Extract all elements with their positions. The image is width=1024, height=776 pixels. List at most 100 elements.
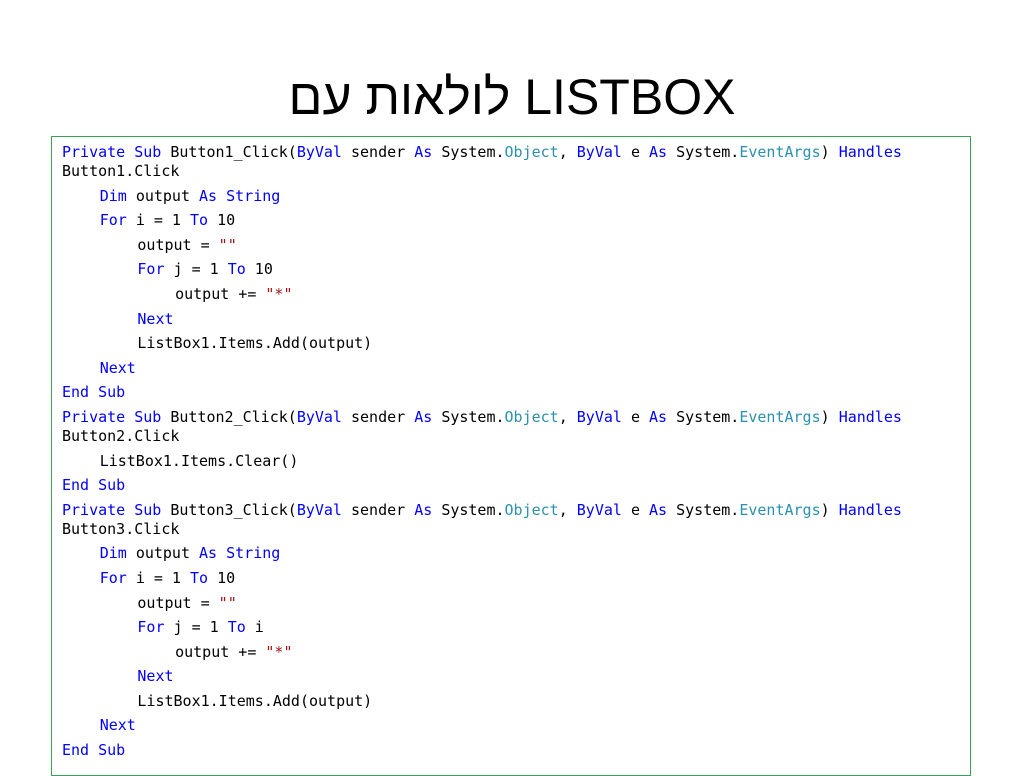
kw-to: To <box>190 211 209 230</box>
punct: ) <box>820 143 830 161</box>
expr: 10 <box>217 211 236 230</box>
handles-target: Button3.Click <box>62 519 180 538</box>
type-name: EventArgs <box>739 500 821 519</box>
namespace: System. <box>441 407 505 426</box>
kw-type: String <box>226 186 281 205</box>
code-line: output += "*" <box>62 643 970 662</box>
code-line: Button1.Click <box>62 162 970 181</box>
namespace: System. <box>676 500 740 519</box>
code-line: Dim output As String <box>62 544 970 563</box>
kw-dim: Dim <box>99 186 127 205</box>
param-name: e <box>630 143 640 161</box>
namespace: System. <box>441 500 505 519</box>
method-name: Button2_Click( <box>170 407 297 426</box>
code-line: For i = 1 To 10 <box>62 569 970 588</box>
kw-end: End <box>62 383 90 402</box>
kw-to: To <box>190 568 209 587</box>
string-literal: "" <box>218 593 237 612</box>
kw-as: As <box>414 143 433 161</box>
method-name: Button1_Click( <box>170 143 297 161</box>
code-line-sub3-header: Private Sub Button3_Click(ByVal sender A… <box>62 501 970 520</box>
punct: ) <box>820 407 830 426</box>
param-name: sender <box>351 407 406 426</box>
type-name: Object <box>504 143 559 161</box>
expr: i <box>254 618 264 637</box>
code-line: ListBox1.Items.Add(output) <box>62 334 970 353</box>
code-line: End Sub <box>62 476 970 495</box>
statement: ListBox1.Items.Add(output) <box>137 334 373 353</box>
type-name: EventArgs <box>739 143 821 161</box>
code-line: Next <box>62 716 970 735</box>
code-line: ListBox1.Items.Add(output) <box>62 692 970 711</box>
namespace: System. <box>441 143 505 161</box>
string-literal: "*" <box>265 642 293 661</box>
code-line: Next <box>62 359 970 378</box>
expr: j = 1 <box>173 260 219 279</box>
statement: ListBox1.Items.Add(output) <box>137 691 373 710</box>
code-line: Dim output As String <box>62 187 970 206</box>
kw-handles: Handles <box>838 143 902 161</box>
kw-sub: Sub <box>98 741 126 760</box>
kw-end: End <box>62 741 90 760</box>
string-literal: "" <box>218 235 237 254</box>
code-line: output = "" <box>62 236 970 255</box>
kw-for: For <box>99 211 127 230</box>
kw-as: As <box>199 186 218 205</box>
kw-next: Next <box>99 358 136 377</box>
code-line: For j = 1 To 10 <box>62 260 970 279</box>
kw-private: Private <box>62 500 126 519</box>
code-line-sub1-header: Private Sub Button1_Click(ByVal sender A… <box>62 143 970 162</box>
kw-type: String <box>226 544 281 563</box>
kw-as: As <box>199 544 218 563</box>
code-line: output += "*" <box>62 285 970 304</box>
expr: output += <box>175 642 257 661</box>
kw-handles: Handles <box>838 407 902 426</box>
expr: 10 <box>217 568 236 587</box>
type-name: Object <box>504 500 559 519</box>
kw-as: As <box>649 407 668 426</box>
kw-next: Next <box>137 667 174 686</box>
namespace: System. <box>676 143 740 161</box>
kw-next: Next <box>99 716 136 735</box>
kw-sub: Sub <box>134 407 162 426</box>
kw-next: Next <box>137 309 174 328</box>
param-name: sender <box>351 143 406 161</box>
punct: ) <box>820 500 830 519</box>
string-literal: "*" <box>265 284 293 303</box>
expr: output += <box>175 284 257 303</box>
kw-as: As <box>414 407 433 426</box>
handles-target: Button2.Click <box>62 426 180 445</box>
expr: output = <box>137 593 210 612</box>
slide-title: לולאות עם LISTBOX <box>288 69 736 125</box>
var-name: output <box>135 186 190 205</box>
kw-byval: ByVal <box>576 143 622 161</box>
namespace: System. <box>676 407 740 426</box>
expr: output = <box>137 235 210 254</box>
code-line: For j = 1 To i <box>62 618 970 637</box>
kw-handles: Handles <box>838 500 902 519</box>
code-line: Next <box>62 667 970 686</box>
expr: 10 <box>254 260 273 279</box>
expr: i = 1 <box>135 568 181 587</box>
code-line: Next <box>62 310 970 329</box>
param-name: e <box>630 407 640 426</box>
method-name: Button3_Click( <box>170 500 297 519</box>
code-line: End Sub <box>62 383 970 402</box>
kw-byval: ByVal <box>296 407 342 426</box>
kw-sub: Sub <box>134 500 162 519</box>
code-line: Button2.Click <box>62 427 970 446</box>
code-line: End Sub <box>62 741 970 760</box>
kw-to: To <box>227 260 246 279</box>
kw-for: For <box>137 260 165 279</box>
handles-target: Button1.Click <box>62 162 180 180</box>
kw-sub: Sub <box>98 383 126 402</box>
kw-byval: ByVal <box>576 407 622 426</box>
kw-dim: Dim <box>99 544 127 563</box>
kw-as: As <box>414 500 433 519</box>
kw-end: End <box>62 476 90 495</box>
code-line-sub2-header: Private Sub Button2_Click(ByVal sender A… <box>62 408 970 427</box>
kw-byval: ByVal <box>576 500 622 519</box>
type-name: EventArgs <box>739 407 821 426</box>
code-line: ListBox1.Items.Clear() <box>62 452 970 471</box>
type-name: Object <box>504 407 559 426</box>
